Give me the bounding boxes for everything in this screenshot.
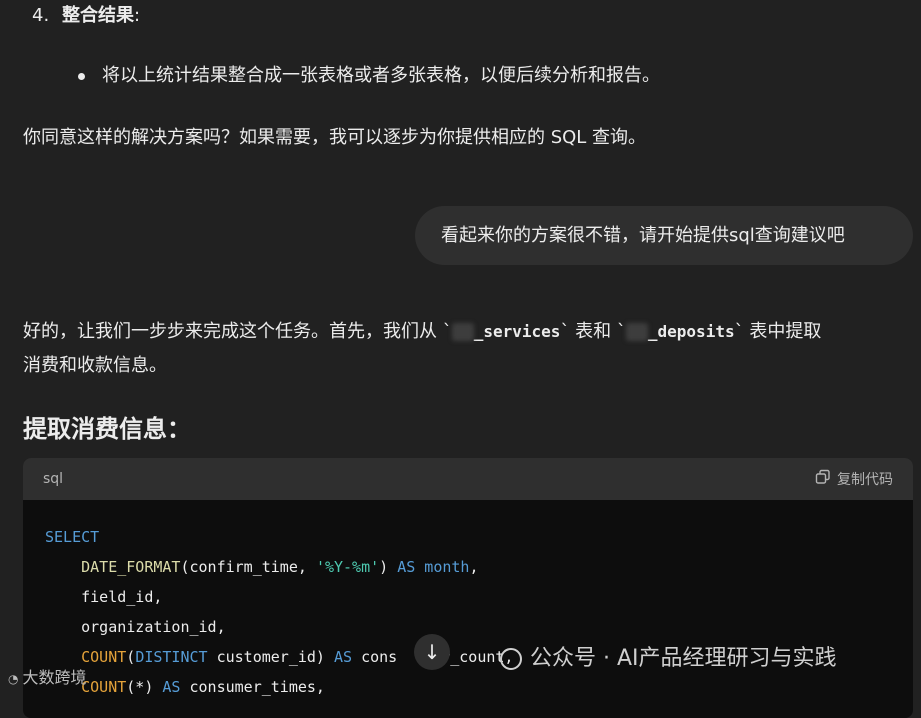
arrow-down-icon: ↓ — [423, 640, 441, 664]
code-token: AS — [162, 678, 181, 696]
watermark-right-text: 公众号 · AI产品经理研习与实践 — [530, 646, 837, 671]
copy-code-button[interactable]: 复制代码 — [815, 469, 893, 489]
assistant-reply-line2: 消费和收款信息。 — [23, 355, 167, 376]
watermark-left-text: 大数跨境 — [22, 668, 87, 687]
code-token: , — [469, 558, 479, 576]
reply-text-1: 好的，让我们一步步来完成这个任务。首先，我们从 ` — [23, 321, 452, 342]
code-token: consumer_times, — [180, 678, 325, 696]
code-token: ( — [126, 648, 136, 666]
code-line: organization_id, — [45, 618, 226, 636]
code-token: cons — [352, 648, 398, 666]
copy-icon — [815, 469, 831, 489]
code-block-header: sql 复制代码 — [23, 458, 913, 500]
logo-icon: ◔ — [8, 672, 19, 686]
code-token: COUNT — [81, 678, 127, 696]
code-line: field_id, — [45, 588, 163, 606]
redacted-block-2 — [625, 323, 648, 341]
code-token: customer_id) — [207, 648, 334, 666]
code-block: sql 复制代码 SELECT DATE_FORMAT(confirm_time… — [23, 458, 913, 718]
scroll-to-bottom-button[interactable]: ↓ — [414, 634, 450, 670]
code-language-label: sql — [43, 471, 64, 487]
code-token: AS — [334, 648, 353, 666]
code-line: SELECT — [45, 522, 891, 552]
assistant-paragraph: 你同意这样的解决方案吗？如果需要，我可以逐步为你提供相应的 SQL 查询。 — [23, 127, 647, 148]
watermark-left: ◔ 大数跨境 — [8, 664, 87, 688]
reply-text-2: ` 表和 ` — [560, 321, 626, 342]
redacted-block-1 — [451, 323, 474, 341]
code-token: SELECT — [45, 528, 100, 546]
code-token: month — [415, 558, 470, 576]
code-token: COUNT — [81, 648, 127, 666]
code-token: DISTINCT — [135, 648, 208, 666]
code-token: AS — [397, 558, 416, 576]
bullet-dot — [78, 73, 85, 80]
code-token: (*) — [126, 678, 163, 696]
step-title-colon: : — [134, 5, 141, 26]
user-message-text: 看起来你的方案很不错，请开始提供sql查询建议吧 — [441, 224, 845, 246]
step-title-text: 整合结果 — [62, 5, 134, 26]
code-token: DATE_FORMAT — [81, 558, 181, 576]
step-title: 整合结果: — [62, 2, 140, 30]
code-line: COUNT(*) AS consumer_times, — [45, 672, 891, 702]
watermark-right: 公众号 · AI产品经理研习与实践 — [500, 640, 837, 672]
inline-code-deposits: _deposits — [647, 322, 735, 341]
code-token: ) — [379, 558, 398, 576]
code-token: '%Y-%m' — [315, 558, 380, 576]
code-line: DATE_FORMAT(confirm_time, '%Y-%m') AS mo… — [45, 552, 891, 582]
code-token: (confirm_time, — [180, 558, 316, 576]
user-message-bubble: 看起来你的方案很不错，请开始提供sql查询建议吧 — [415, 206, 913, 265]
bullet-text: 将以上统计结果整合成一张表格或者多张表格，以便后续分析和报告。 — [102, 65, 660, 86]
code-content: SELECT DATE_FORMAT(confirm_time, '%Y-%m'… — [23, 500, 913, 718]
reply-text-3: ` 表中提取 — [734, 321, 822, 342]
inline-code-services: _services — [473, 322, 561, 341]
step-number: 4. — [32, 5, 50, 26]
copy-code-label: 复制代码 — [837, 472, 893, 488]
wechat-icon — [500, 648, 522, 670]
section-heading: 提取消费信息： — [23, 415, 191, 443]
assistant-reply-line1: 好的，让我们一步步来完成这个任务。首先，我们从 ` _services` 表和 `… — [23, 318, 821, 346]
